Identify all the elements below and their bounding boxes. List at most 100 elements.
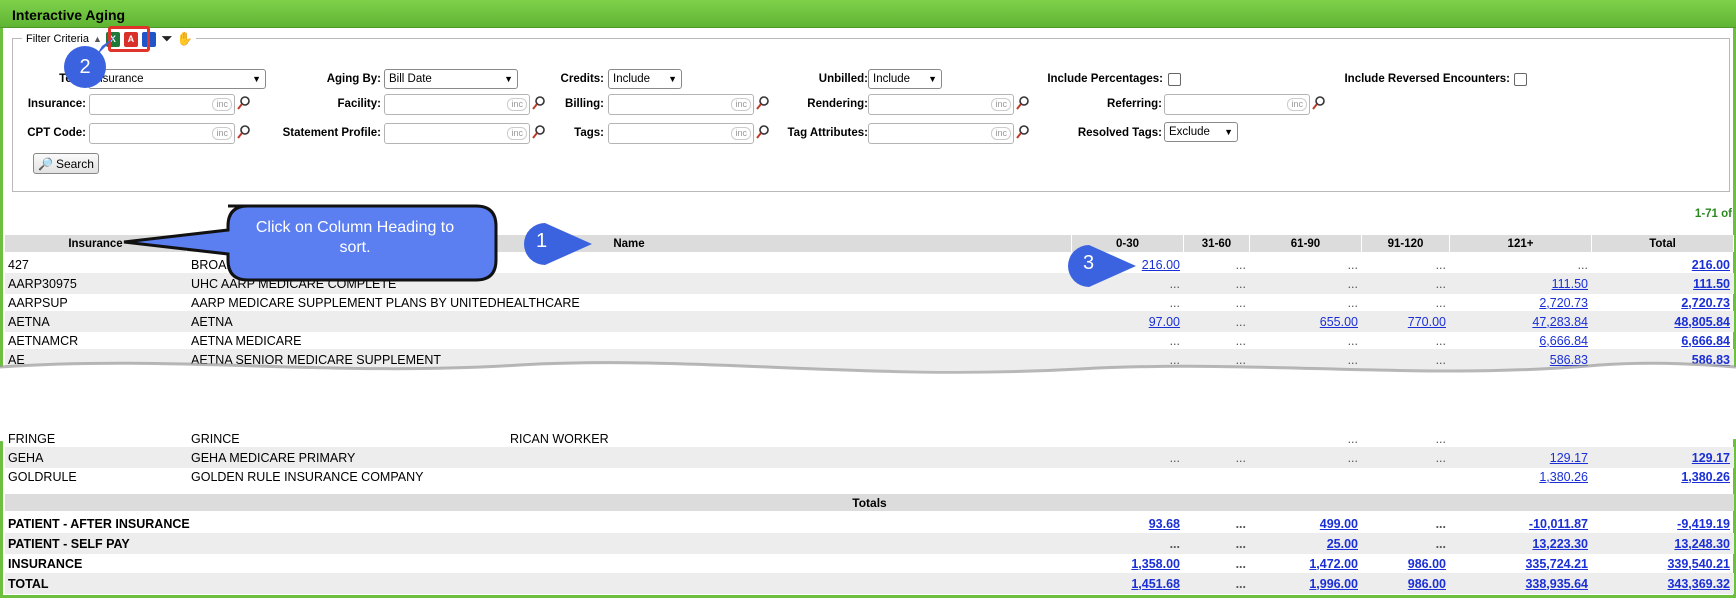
cell-0-30-value[interactable]: 1,358.00 xyxy=(1131,557,1180,571)
cell-91-120[interactable]: 986.00 xyxy=(1362,573,1450,594)
cell-121-plus-value[interactable]: 6,666.84 xyxy=(1539,334,1588,348)
column-header-91-120[interactable]: 91-120 xyxy=(1362,235,1450,252)
cell-total[interactable]: 48,805.84 xyxy=(1592,311,1734,332)
cell-61-90[interactable]: 655.00 xyxy=(1250,311,1362,332)
cell-0-30-value[interactable]: 1,451.68 xyxy=(1131,577,1180,591)
inc-toggle[interactable]: inc xyxy=(507,127,527,140)
cell-total[interactable]: 216.00 xyxy=(1592,254,1734,275)
clear-filter-icon[interactable]: ⏷ xyxy=(160,31,174,47)
cell-0-30[interactable]: 1,451.68 xyxy=(1072,573,1184,594)
cell-0-30-value[interactable]: 216.00 xyxy=(1142,258,1180,272)
cell-total-value[interactable]: 2,720.73 xyxy=(1681,296,1730,310)
cell-121-plus[interactable]: -10,011.87 xyxy=(1450,513,1592,534)
inc-toggle[interactable]: inc xyxy=(731,98,751,111)
cpt-code-input[interactable]: inc xyxy=(89,123,235,144)
lookup-icon[interactable] xyxy=(237,125,251,139)
cell-121-plus[interactable]: 13,223.30 xyxy=(1450,533,1592,554)
cell-total-value[interactable]: 129.17 xyxy=(1692,451,1730,465)
column-header-31-60[interactable]: 31-60 xyxy=(1184,235,1250,252)
cell-91-120[interactable]: 770.00 xyxy=(1362,311,1450,332)
lookup-icon[interactable] xyxy=(1312,96,1326,110)
cell-total[interactable]: 339,540.21 xyxy=(1592,553,1734,574)
cell-121-plus-value[interactable]: 1,380.26 xyxy=(1539,470,1588,484)
tags-input[interactable]: inc xyxy=(608,123,754,144)
cell-61-90-value[interactable]: 499.00 xyxy=(1320,517,1358,531)
cell-total-value[interactable]: 339,540.21 xyxy=(1667,557,1730,571)
referring-input[interactable]: inc xyxy=(1164,94,1310,115)
include-percentages-checkbox[interactable] xyxy=(1168,73,1181,86)
cell-total-value[interactable]: 111.50 xyxy=(1693,277,1730,291)
resolved-tags-select[interactable]: Exclude ▼ xyxy=(1164,122,1238,142)
cell-121-plus-value[interactable]: 2,720.73 xyxy=(1539,296,1588,310)
inc-toggle[interactable]: inc xyxy=(731,127,751,140)
include-reversed-checkbox[interactable] xyxy=(1514,73,1527,86)
statement-profile-input[interactable]: inc xyxy=(384,123,530,144)
inc-toggle[interactable]: inc xyxy=(212,98,232,111)
tag-attributes-input[interactable]: inc xyxy=(868,123,1014,144)
column-header-121-plus[interactable]: 121+ xyxy=(1450,235,1592,252)
cell-61-90-value[interactable]: 655.00 xyxy=(1320,315,1358,329)
cell-91-120-value[interactable]: 986.00 xyxy=(1408,577,1446,591)
cell-total[interactable]: 6,666.84 xyxy=(1592,330,1734,351)
cell-121-plus[interactable]: 2,720.73 xyxy=(1450,292,1592,313)
cell-0-30[interactable]: 1,358.00 xyxy=(1072,553,1184,574)
cell-61-90[interactable]: 499.00 xyxy=(1250,513,1362,534)
cell-total[interactable]: 343,369.32 xyxy=(1592,573,1734,594)
cell-61-90-value[interactable]: 1,472.00 xyxy=(1309,557,1358,571)
cell-121-plus-value[interactable]: 338,935.64 xyxy=(1525,577,1588,591)
hand-icon[interactable]: ✋ xyxy=(177,31,193,47)
billing-input[interactable]: inc xyxy=(608,94,754,115)
search-button[interactable]: 🔎 Search xyxy=(33,153,99,174)
lookup-icon[interactable] xyxy=(756,96,770,110)
cell-total[interactable]: 111.50 xyxy=(1592,273,1734,294)
facility-input[interactable]: inc xyxy=(384,94,530,115)
cell-total-value[interactable]: 216.00 xyxy=(1692,258,1730,272)
cell-total-value[interactable]: -9,419.19 xyxy=(1677,517,1730,531)
cell-61-90[interactable]: 1,996.00 xyxy=(1250,573,1362,594)
cell-91-120-value[interactable]: 986.00 xyxy=(1408,557,1446,571)
cell-121-plus[interactable]: 338,935.64 xyxy=(1450,573,1592,594)
cell-61-90-value[interactable]: 25.00 xyxy=(1327,537,1358,551)
cell-0-30[interactable]: 93.68 xyxy=(1072,513,1184,534)
cell-121-plus-value[interactable]: 47,283.84 xyxy=(1532,315,1588,329)
cell-total-value[interactable]: 1,380.26 xyxy=(1681,470,1730,484)
aging-by-select[interactable]: Bill Date ▼ xyxy=(384,69,518,89)
cell-total[interactable]: 129.17 xyxy=(1592,447,1734,468)
lookup-icon[interactable] xyxy=(1016,125,1030,139)
cell-total-value[interactable]: 6,666.84 xyxy=(1681,334,1730,348)
cell-total[interactable]: 13,248.30 xyxy=(1592,533,1734,554)
cell-61-90[interactable]: 1,472.00 xyxy=(1250,553,1362,574)
cell-91-120[interactable]: 986.00 xyxy=(1362,553,1450,574)
cell-total[interactable]: 1,380.26 xyxy=(1592,466,1734,487)
cell-total[interactable]: -9,419.19 xyxy=(1592,513,1734,534)
inc-toggle[interactable]: inc xyxy=(991,127,1011,140)
cell-121-plus-value[interactable]: 111.50 xyxy=(1552,277,1588,291)
inc-toggle[interactable]: inc xyxy=(507,98,527,111)
unbilled-select[interactable]: Include ▼ xyxy=(868,69,942,89)
cell-total-value[interactable]: 48,805.84 xyxy=(1674,315,1730,329)
inc-toggle[interactable]: inc xyxy=(1287,98,1307,111)
cell-121-plus[interactable]: 1,380.26 xyxy=(1450,466,1592,487)
cell-121-plus[interactable]: 129.17 xyxy=(1450,447,1592,468)
inc-toggle[interactable]: inc xyxy=(212,127,232,140)
cell-121-plus-value[interactable]: -10,011.87 xyxy=(1529,517,1588,531)
cell-121-plus[interactable]: 335,724.21 xyxy=(1450,553,1592,574)
cell-121-plus-value[interactable]: 335,724.21 xyxy=(1525,557,1588,571)
cell-0-30-value[interactable]: 97.00 xyxy=(1149,315,1180,329)
cell-121-plus-value[interactable]: 129.17 xyxy=(1550,451,1588,465)
cell-0-30[interactable]: 97.00 xyxy=(1072,311,1184,332)
rendering-input[interactable]: inc xyxy=(868,94,1014,115)
cell-121-plus[interactable]: 47,283.84 xyxy=(1450,311,1592,332)
lookup-icon[interactable] xyxy=(756,125,770,139)
cell-total[interactable]: 2,720.73 xyxy=(1592,292,1734,313)
lookup-icon[interactable] xyxy=(1016,96,1030,110)
column-header-61-90[interactable]: 61-90 xyxy=(1250,235,1362,252)
cell-61-90[interactable]: 25.00 xyxy=(1250,533,1362,554)
insurance-input[interactable]: inc xyxy=(89,94,235,115)
cell-total-value[interactable]: 343,369.32 xyxy=(1667,577,1730,591)
lookup-icon[interactable] xyxy=(237,96,251,110)
credits-select[interactable]: Include ▼ xyxy=(608,69,682,89)
cell-91-120-value[interactable]: 770.00 xyxy=(1408,315,1446,329)
cell-total-value[interactable]: 13,248.30 xyxy=(1674,537,1730,551)
column-header-total[interactable]: Total xyxy=(1592,235,1734,252)
